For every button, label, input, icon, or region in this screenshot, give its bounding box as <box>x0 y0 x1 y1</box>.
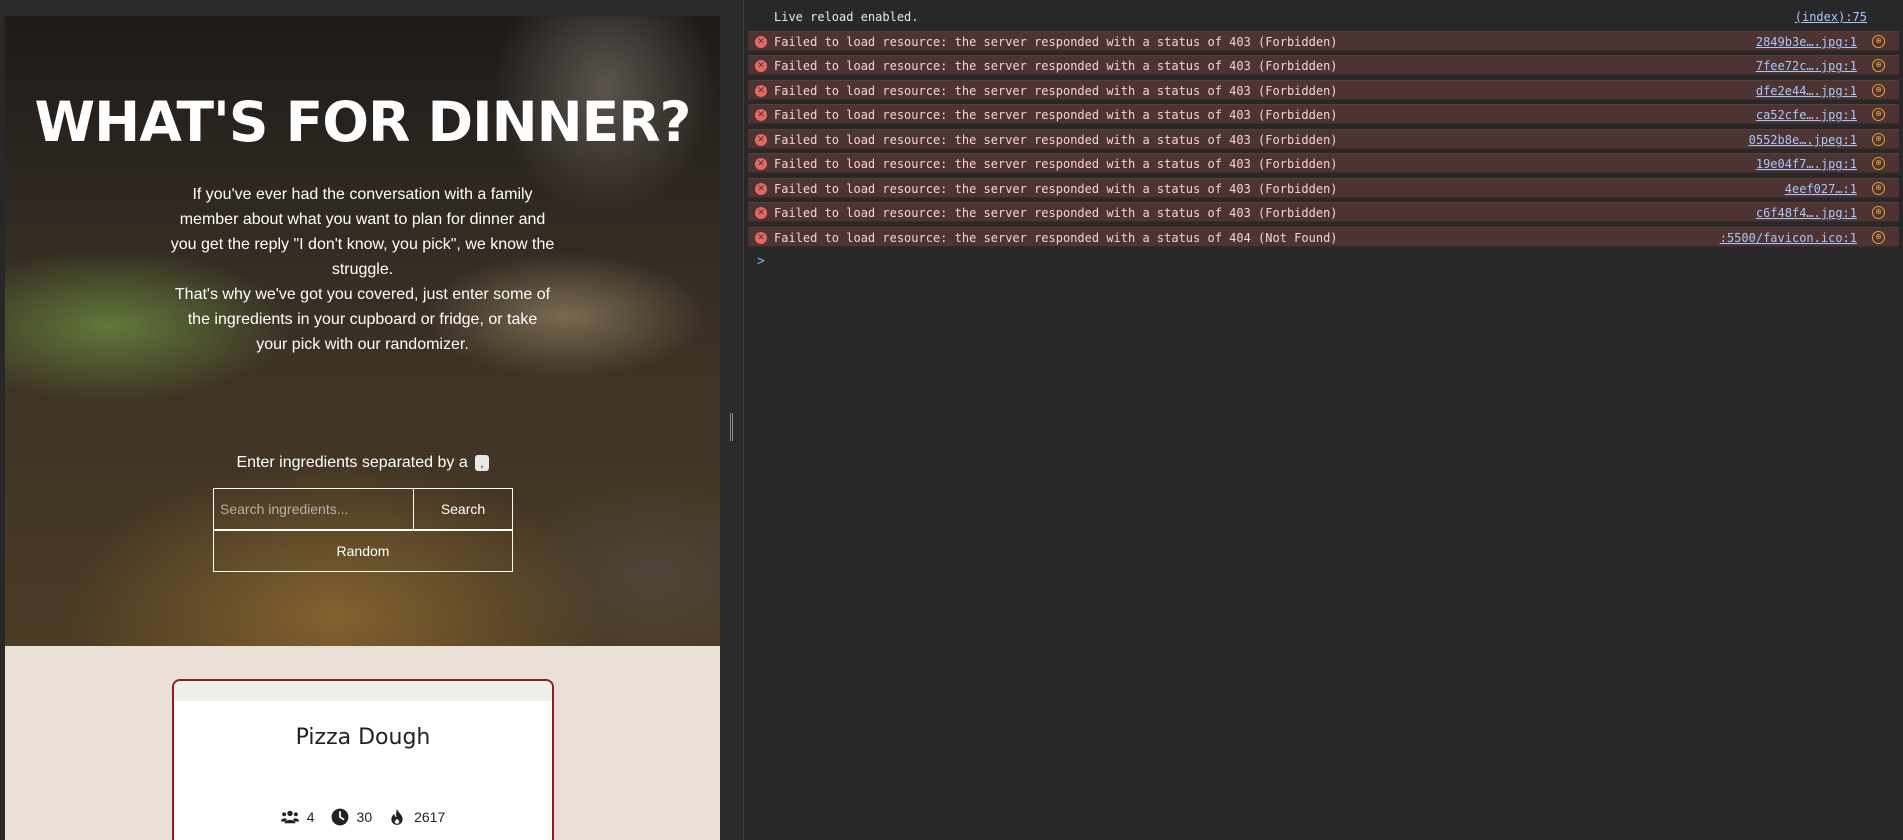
console-source-link[interactable]: 19e04f7….jpg:1 <box>1756 154 1857 174</box>
network-icon[interactable]: ⊕ <box>1872 59 1885 72</box>
network-icon[interactable]: ⊕ <box>1872 108 1885 121</box>
console-error-row: ✕ Failed to load resource: the server re… <box>748 129 1899 149</box>
console-message: Failed to load resource: the server resp… <box>774 231 1338 245</box>
ingredients-instruction: Enter ingredients separated by a , <box>5 453 720 473</box>
console-message: Failed to load resource: the server resp… <box>774 157 1338 171</box>
console-error-row: ✕ Failed to load resource: the server re… <box>748 153 1899 173</box>
console-panel: Live reload enabled. (index):75 ✕ Failed… <box>744 0 1903 840</box>
console-error-row: ✕ Failed to load resource: the server re… <box>748 227 1899 247</box>
network-icon[interactable]: ⊕ <box>1872 84 1885 97</box>
page-title: WHAT'S FOR DINNER? <box>34 90 692 154</box>
console-source-link[interactable]: (index):75 <box>1795 7 1867 27</box>
error-icon: ✕ <box>755 60 767 72</box>
console-error-row: ✕ Failed to load resource: the server re… <box>748 202 1899 222</box>
console-source-link[interactable]: 2849b3e….jpg:1 <box>1756 32 1857 52</box>
time-value: 30 <box>356 809 373 825</box>
drag-handle-icon[interactable] <box>730 413 733 441</box>
console-source-link[interactable]: dfe2e44….jpg:1 <box>1756 81 1857 101</box>
console-error-row: ✕ Failed to load resource: the server re… <box>748 104 1899 124</box>
recipe-title: Pizza Dough <box>295 725 431 750</box>
description-paragraph-2: That's why we've got you covered, just e… <box>174 286 551 353</box>
search-input[interactable] <box>213 488 413 530</box>
console-source-link[interactable]: c6f48f4….jpg:1 <box>1756 203 1857 223</box>
network-icon[interactable]: ⊕ <box>1872 133 1885 146</box>
network-icon[interactable]: ⊕ <box>1872 231 1885 244</box>
recipe-image <box>174 681 552 701</box>
console-input[interactable] <box>774 255 1678 273</box>
recipe-card[interactable]: Pizza Dough 4 30 2617 <box>172 679 554 840</box>
console-message: Failed to load resource: the server resp… <box>774 84 1338 98</box>
comma-badge: , <box>475 454 489 471</box>
console-message: Failed to load resource: the server resp… <box>774 206 1338 220</box>
flame-icon <box>391 809 403 825</box>
error-icon: ✕ <box>755 85 767 97</box>
console-source-link[interactable]: 0552b8e….jpeg:1 <box>1749 130 1857 150</box>
network-icon[interactable]: ⊕ <box>1872 182 1885 195</box>
time-meta: 30 <box>331 808 373 826</box>
error-icon: ✕ <box>755 183 767 195</box>
network-icon[interactable]: ⊕ <box>1872 35 1885 48</box>
error-icon: ✕ <box>755 232 767 244</box>
calories-meta: 2617 <box>388 808 445 826</box>
error-icon: ✕ <box>755 36 767 48</box>
ingredients-label-text: Enter ingredients separated by a <box>236 454 468 471</box>
console-source-link[interactable]: ca52cfe….jpg:1 <box>1756 105 1857 125</box>
console-error-row: ✕ Failed to load resource: the server re… <box>748 178 1899 198</box>
clock-icon <box>331 808 348 826</box>
network-icon[interactable]: ⊕ <box>1872 206 1885 219</box>
console-message: Live reload enabled. <box>774 10 919 24</box>
users-icon <box>280 810 299 824</box>
error-icon: ✕ <box>755 109 767 121</box>
servings-value: 4 <box>306 809 315 825</box>
console-message: Failed to load resource: the server resp… <box>774 108 1338 122</box>
console-error-row: ✕ Failed to load resource: the server re… <box>748 55 1899 75</box>
console-prompt: > <box>748 252 1899 273</box>
recipe-meta: 4 30 2617 <box>174 808 552 826</box>
hero-section: WHAT'S FOR DINNER? If you've ever had th… <box>5 16 720 646</box>
search-button[interactable]: Search <box>413 488 513 530</box>
panel-splitter[interactable] <box>720 16 743 840</box>
console-error-row: ✕ Failed to load resource: the server re… <box>748 31 1899 51</box>
console-info-row: Live reload enabled. (index):75 <box>744 7 1895 27</box>
console-message: Failed to load resource: the server resp… <box>774 182 1338 196</box>
description-paragraph-1: If you've ever had the conversation with… <box>170 186 555 278</box>
servings-meta: 4 <box>280 808 315 826</box>
console-source-link[interactable]: 7fee72c….jpg:1 <box>1756 56 1857 76</box>
network-icon[interactable]: ⊕ <box>1872 157 1885 170</box>
calories-value: 2617 <box>414 809 446 825</box>
error-icon: ✕ <box>755 158 767 170</box>
console-message: Failed to load resource: the server resp… <box>774 133 1338 147</box>
error-icon: ✕ <box>755 207 767 219</box>
prompt-chevron-icon: > <box>757 254 765 269</box>
search-form: Search <box>213 488 513 530</box>
console-message: Failed to load resource: the server resp… <box>774 59 1338 73</box>
console-source-link[interactable]: 4eef027…:1 <box>1785 179 1857 199</box>
console-error-row: ✕ Failed to load resource: the server re… <box>748 80 1899 100</box>
error-icon: ✕ <box>755 134 767 146</box>
console-source-link[interactable]: :5500/favicon.ico:1 <box>1720 228 1857 248</box>
hero-description: If you've ever had the conversation with… <box>170 182 555 357</box>
hero-content: WHAT'S FOR DINNER? If you've ever had th… <box>5 16 720 646</box>
website-viewport: WHAT'S FOR DINNER? If you've ever had th… <box>5 16 720 840</box>
console-message: Failed to load resource: the server resp… <box>774 35 1338 49</box>
random-button[interactable]: Random <box>213 530 513 572</box>
